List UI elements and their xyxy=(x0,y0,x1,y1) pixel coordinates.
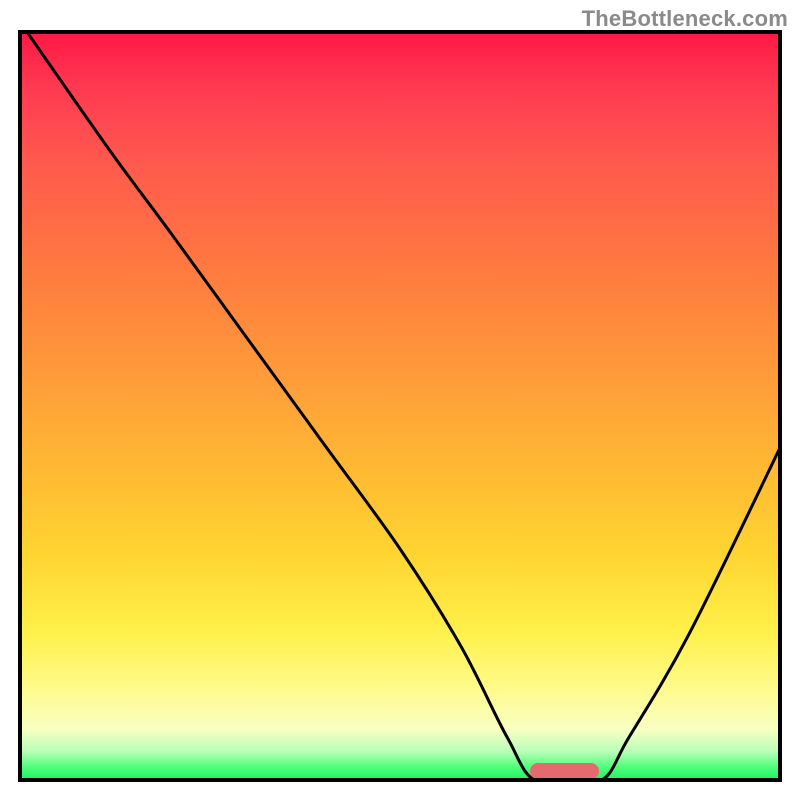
bottleneck-curve xyxy=(18,30,782,782)
curve-path xyxy=(26,30,782,782)
chart-container: TheBottleneck.com xyxy=(0,0,800,800)
plot-area xyxy=(18,30,782,782)
watermark-label: TheBottleneck.com xyxy=(582,6,788,32)
